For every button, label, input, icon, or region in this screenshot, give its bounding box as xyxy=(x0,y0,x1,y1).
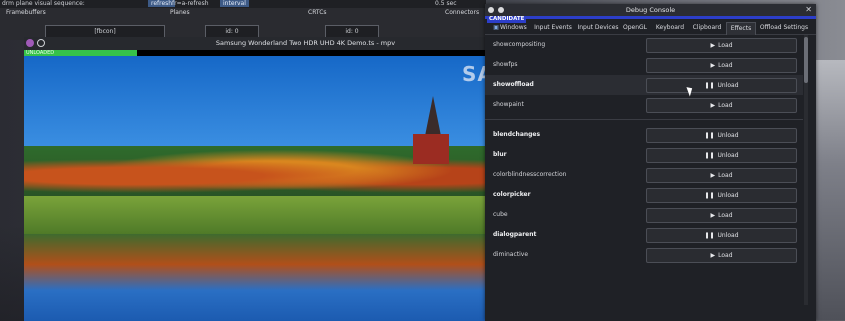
debug-console-window: Debug Console ✕ CANDIDATE ▣Windows Input… xyxy=(485,4,816,321)
tab-input-events[interactable]: Input Events xyxy=(532,22,574,34)
column-planes: Planes xyxy=(170,9,190,16)
video-church xyxy=(409,96,449,166)
play-icon: ▶ xyxy=(710,42,716,49)
action-button-label: Load xyxy=(718,102,733,109)
load-button[interactable]: ▶ Load xyxy=(646,98,797,113)
play-icon: ▶ xyxy=(710,62,716,69)
tab-opengl[interactable]: OpenGL xyxy=(622,22,648,34)
drm-toolbar-label: drm plane visual sequence: xyxy=(2,0,85,7)
action-button-label: Unload xyxy=(717,232,739,239)
load-button[interactable]: ▶ Load xyxy=(646,58,797,73)
debug-window-title: Debug Console xyxy=(625,6,676,14)
effect-row: diminactive ▶ Load xyxy=(485,245,803,265)
refresh-mode-label: fr=a-refresh xyxy=(172,0,209,7)
pause-icon: ❚❚ xyxy=(704,232,715,239)
tab-keyboard[interactable]: Keyboard xyxy=(653,22,687,34)
effect-name-label: colorpicker xyxy=(493,191,531,198)
window-icon: ▣ xyxy=(493,24,499,31)
tab-windows[interactable]: ▣Windows xyxy=(489,22,531,34)
load-button[interactable]: ▶ Load xyxy=(646,208,797,223)
effect-row: showoffload ❚❚ Unload xyxy=(485,75,803,95)
effect-name-label: cube xyxy=(493,211,508,218)
play-icon: ▶ xyxy=(710,172,716,179)
unload-button[interactable]: ❚❚ Unload xyxy=(646,148,797,163)
pause-icon: ❚❚ xyxy=(704,152,715,159)
effect-row: blur ❚❚ Unload xyxy=(485,145,803,165)
load-button[interactable]: ▶ Load xyxy=(646,38,797,53)
effect-name-label: blur xyxy=(493,151,507,158)
effect-row: blendchanges ❚❚ Unload xyxy=(485,125,803,145)
action-button-label: Load xyxy=(718,252,733,259)
effect-name-label: colorblindnesscorrection xyxy=(493,171,567,178)
column-connectors: Connectors xyxy=(445,9,480,16)
action-button-label: Unload xyxy=(717,82,739,89)
unload-button[interactable]: ❚❚ Unload xyxy=(646,78,797,93)
interval-value: 0.5 sec xyxy=(435,0,457,7)
effect-name-label: blendchanges xyxy=(493,131,541,138)
close-icon[interactable]: ✕ xyxy=(805,4,812,16)
pause-icon: ❚❚ xyxy=(704,82,715,89)
unload-button[interactable]: ❚❚ Unload xyxy=(646,128,797,143)
effect-name-label: showoffload xyxy=(493,81,534,88)
action-button-label: Load xyxy=(718,42,733,49)
column-crtcs: CRTCs xyxy=(308,9,327,16)
effect-row: colorpicker ❚❚ Unload xyxy=(485,185,803,205)
pause-icon: ❚❚ xyxy=(704,192,715,199)
effect-row: showfps ▶ Load xyxy=(485,55,803,75)
effect-name-label: showcompositing xyxy=(493,41,546,48)
tab-bar: ▣Windows Input Events Input Devices Open… xyxy=(485,22,816,35)
effect-row: colorblindnesscorrection ▶ Load xyxy=(485,165,803,185)
load-button[interactable]: ▶ Load xyxy=(646,248,797,263)
column-framebuffers: Framebuffers xyxy=(6,9,46,16)
effect-name-label: diminactive xyxy=(493,251,529,258)
pause-icon: ❚❚ xyxy=(704,132,715,139)
action-button-label: Unload xyxy=(717,152,739,159)
scrollbar[interactable] xyxy=(804,35,808,305)
effect-row: dialogparent ❚❚ Unload xyxy=(485,225,803,245)
candidate-stripe xyxy=(485,16,816,19)
tab-clipboard[interactable]: Clipboard xyxy=(690,22,724,34)
scrollbar-thumb[interactable] xyxy=(804,37,808,83)
tab-offload-settings[interactable]: Offload Settings xyxy=(758,22,810,34)
section-divider xyxy=(485,119,803,120)
action-button-label: Load xyxy=(718,172,733,179)
action-button-label: Load xyxy=(718,62,733,69)
debug-titlebar[interactable]: Debug Console ✕ xyxy=(485,4,816,16)
effect-name-label: showfps xyxy=(493,61,518,68)
play-icon: ▶ xyxy=(710,102,716,109)
play-icon: ▶ xyxy=(710,252,716,259)
effect-row: showpaint ▶ Load xyxy=(485,95,803,115)
interval-toggle[interactable]: interval xyxy=(220,0,249,7)
action-button-label: Unload xyxy=(717,192,739,199)
tab-input-devices[interactable]: Input Devices xyxy=(575,22,621,34)
action-button-label: Load xyxy=(718,212,733,219)
effect-row: showcompositing ▶ Load xyxy=(485,35,803,55)
drm-toolbar: drm plane visual sequence: refresh fr=a-… xyxy=(0,0,486,8)
drm-info-window: drm plane visual sequence: refresh fr=a-… xyxy=(0,0,486,40)
tab-effects[interactable]: Effects xyxy=(726,22,756,35)
play-icon: ▶ xyxy=(710,212,716,219)
action-button-label: Unload xyxy=(717,132,739,139)
effect-name-label: showpaint xyxy=(493,101,524,108)
effect-name-label: dialogparent xyxy=(493,231,537,238)
unload-button[interactable]: ❚❚ Unload xyxy=(646,188,797,203)
load-button[interactable]: ▶ Load xyxy=(646,168,797,183)
unload-button[interactable]: ❚❚ Unload xyxy=(646,228,797,243)
effect-row: cube ▶ Load xyxy=(485,205,803,225)
